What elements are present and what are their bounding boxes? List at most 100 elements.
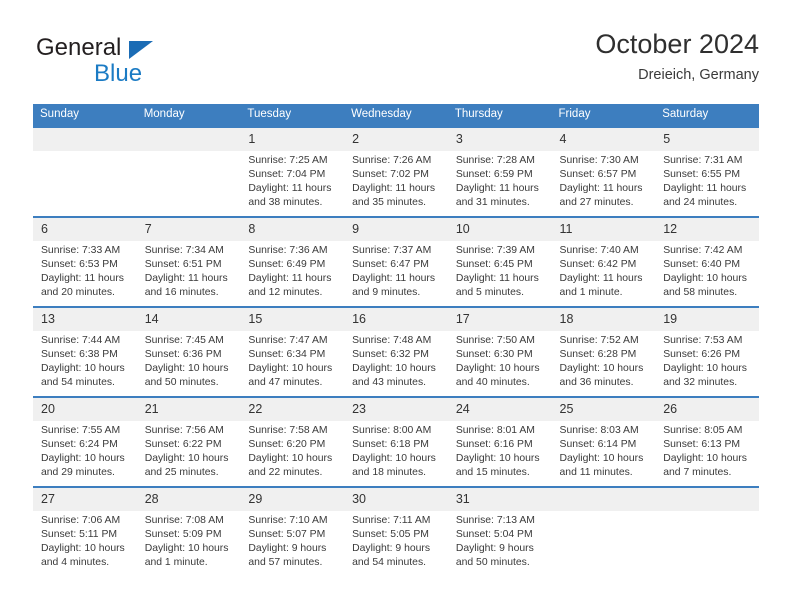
sunrise-text: Sunrise: 7:53 AM [663, 335, 743, 346]
day-details: Sunrise: 7:56 AM Sunset: 6:22 PM Dayligh… [137, 421, 241, 480]
day-number: 7 [136, 218, 241, 241]
daylight-text-line1: Daylight: 10 hours [248, 363, 333, 375]
daylight-text-line2: and 16 minutes. [144, 287, 219, 299]
calendar-day-cell[interactable]: 16 Sunrise: 7:48 AM Sunset: 6:32 PM Dayl… [344, 306, 448, 397]
sunset-text: Sunset: 6:13 PM [663, 439, 741, 451]
daylight-text-line2: and 7 minutes. [663, 467, 732, 479]
sunset-text: Sunset: 7:02 PM [352, 169, 429, 181]
sunset-text: Sunset: 6:57 PM [559, 169, 637, 181]
calendar-day-cell[interactable]: 10 Sunrise: 7:39 AM Sunset: 6:45 PM Dayl… [447, 216, 552, 307]
calendar-day-cell[interactable]: 14 Sunrise: 7:45 AM Sunset: 6:36 PM Dayl… [136, 306, 241, 397]
day-number: 12 [655, 218, 759, 241]
sunrise-text: Sunrise: 7:42 AM [663, 245, 743, 256]
calendar-day-cell[interactable]: 19 Sunrise: 7:53 AM Sunset: 6:26 PM Dayl… [655, 306, 759, 397]
calendar-day-cell[interactable]: 22 Sunrise: 7:58 AM Sunset: 6:20 PM Dayl… [240, 396, 345, 487]
calendar-day-cell[interactable]: 15 Sunrise: 7:47 AM Sunset: 6:34 PM Dayl… [240, 306, 345, 397]
calendar-day-cell[interactable] [136, 126, 241, 217]
calendar-day-cell[interactable]: 28 Sunrise: 7:08 AM Sunset: 5:09 PM Dayl… [136, 486, 241, 576]
logo-general-text: General [36, 34, 122, 61]
calendar-day-cell[interactable]: 31 Sunrise: 7:13 AM Sunset: 5:04 PM Dayl… [447, 486, 552, 576]
logo-blue-text: Blue [94, 60, 143, 87]
daylight-text-line2: and 11 minutes. [559, 467, 633, 479]
calendar-day-cell[interactable]: 2 Sunrise: 7:26 AM Sunset: 7:02 PM Dayli… [344, 126, 448, 217]
calendar-day-cell[interactable]: 12 Sunrise: 7:42 AM Sunset: 6:40 PM Dayl… [655, 216, 759, 307]
calendar-day-cell[interactable]: 3 Sunrise: 7:28 AM Sunset: 6:59 PM Dayli… [447, 126, 552, 217]
calendar-day-cell[interactable]: 8 Sunrise: 7:36 AM Sunset: 6:49 PM Dayli… [240, 216, 345, 307]
daylight-text-line2: and 38 minutes. [248, 197, 323, 209]
calendar-day-cell[interactable]: 23 Sunrise: 8:00 AM Sunset: 6:18 PM Dayl… [344, 396, 448, 487]
weekday-header-saturday: Saturday [655, 104, 759, 127]
day-number: 4 [551, 128, 656, 151]
calendar-day-cell[interactable]: 20 Sunrise: 7:55 AM Sunset: 6:24 PM Dayl… [33, 396, 137, 487]
day-number: 23 [344, 398, 448, 421]
day-number: 1 [240, 128, 345, 151]
sunrise-text: Sunrise: 7:50 AM [455, 335, 535, 346]
day-details: Sunrise: 8:03 AM Sunset: 6:14 PM Dayligh… [552, 421, 656, 480]
sunset-text: Sunset: 6:20 PM [248, 439, 326, 451]
daylight-text-line2: and 50 minutes. [144, 377, 219, 389]
title-block: October 2024 Dreieich, Germany [595, 28, 759, 85]
sunset-text: Sunset: 6:51 PM [144, 259, 222, 271]
sunrise-text: Sunrise: 7:08 AM [144, 515, 224, 526]
day-number: 8 [240, 218, 345, 241]
calendar-day-cell[interactable]: 27 Sunrise: 7:06 AM Sunset: 5:11 PM Dayl… [33, 486, 137, 576]
day-details: Sunrise: 7:34 AM Sunset: 6:51 PM Dayligh… [137, 241, 241, 300]
calendar-day-cell[interactable]: 26 Sunrise: 8:05 AM Sunset: 6:13 PM Dayl… [655, 396, 759, 487]
calendar-day-cell[interactable] [33, 126, 137, 217]
calendar-day-cell[interactable]: 5 Sunrise: 7:31 AM Sunset: 6:55 PM Dayli… [655, 126, 759, 217]
calendar-week-row: 20 Sunrise: 7:55 AM Sunset: 6:24 PM Dayl… [33, 396, 759, 487]
daylight-text-line1: Daylight: 11 hours [559, 273, 643, 285]
day-number: 2 [344, 128, 448, 151]
calendar-day-cell[interactable]: 29 Sunrise: 7:10 AM Sunset: 5:07 PM Dayl… [240, 486, 345, 576]
calendar-day-cell[interactable]: 24 Sunrise: 8:01 AM Sunset: 6:16 PM Dayl… [447, 396, 552, 487]
calendar-day-cell[interactable]: 30 Sunrise: 7:11 AM Sunset: 5:05 PM Dayl… [344, 486, 448, 576]
day-details: Sunrise: 8:01 AM Sunset: 6:16 PM Dayligh… [448, 421, 552, 480]
day-details: Sunrise: 7:33 AM Sunset: 6:53 PM Dayligh… [33, 241, 137, 300]
day-details: Sunrise: 7:36 AM Sunset: 6:49 PM Dayligh… [240, 241, 344, 300]
day-number: 31 [447, 488, 552, 511]
calendar-day-cell[interactable]: 6 Sunrise: 7:33 AM Sunset: 6:53 PM Dayli… [33, 216, 137, 307]
calendar-day-cell[interactable]: 9 Sunrise: 7:37 AM Sunset: 6:47 PM Dayli… [344, 216, 448, 307]
day-details: Sunrise: 7:42 AM Sunset: 6:40 PM Dayligh… [655, 241, 759, 300]
calendar-day-cell[interactable] [551, 486, 656, 576]
sunrise-text: Sunrise: 7:34 AM [144, 245, 224, 256]
day-details: Sunrise: 7:50 AM Sunset: 6:30 PM Dayligh… [448, 331, 552, 390]
daylight-text-line1: Daylight: 10 hours [352, 363, 436, 375]
sunset-text: Sunset: 6:42 PM [559, 259, 637, 271]
day-details: Sunrise: 7:55 AM Sunset: 6:24 PM Dayligh… [33, 421, 137, 480]
sunrise-text: Sunrise: 7:39 AM [455, 245, 535, 256]
sunset-text: Sunset: 6:30 PM [455, 349, 533, 361]
daylight-text-line1: Daylight: 10 hours [663, 363, 747, 375]
calendar-week-row: 6 Sunrise: 7:33 AM Sunset: 6:53 PM Dayli… [33, 216, 759, 307]
day-details: Sunrise: 7:53 AM Sunset: 6:26 PM Dayligh… [655, 331, 759, 390]
day-details: Sunrise: 7:52 AM Sunset: 6:28 PM Dayligh… [552, 331, 656, 390]
calendar-day-cell[interactable]: 21 Sunrise: 7:56 AM Sunset: 6:22 PM Dayl… [136, 396, 241, 487]
sunrise-text: Sunrise: 7:36 AM [248, 245, 328, 256]
sunrise-text: Sunrise: 7:06 AM [41, 515, 121, 526]
day-details: Sunrise: 7:58 AM Sunset: 6:20 PM Dayligh… [240, 421, 344, 480]
weekday-header-sunday: Sunday [33, 104, 137, 127]
calendar-day-cell[interactable]: 25 Sunrise: 8:03 AM Sunset: 6:14 PM Dayl… [551, 396, 656, 487]
daylight-text-line2: and 22 minutes. [248, 467, 323, 479]
day-number: 29 [240, 488, 345, 511]
calendar-day-cell[interactable]: 1 Sunrise: 7:25 AM Sunset: 7:04 PM Dayli… [240, 126, 345, 217]
calendar-day-cell[interactable]: 13 Sunrise: 7:44 AM Sunset: 6:38 PM Dayl… [33, 306, 137, 397]
daylight-text-line2: and 27 minutes. [559, 197, 634, 209]
sunrise-text: Sunrise: 7:13 AM [455, 515, 535, 526]
day-details: Sunrise: 7:47 AM Sunset: 6:34 PM Dayligh… [240, 331, 344, 390]
sunrise-text: Sunrise: 7:58 AM [248, 425, 328, 436]
day-details: Sunrise: 7:40 AM Sunset: 6:42 PM Dayligh… [552, 241, 656, 300]
calendar-day-cell[interactable]: 7 Sunrise: 7:34 AM Sunset: 6:51 PM Dayli… [136, 216, 241, 307]
day-number [33, 128, 137, 151]
calendar-day-cell[interactable]: 11 Sunrise: 7:40 AM Sunset: 6:42 PM Dayl… [551, 216, 656, 307]
calendar-day-cell[interactable]: 4 Sunrise: 7:30 AM Sunset: 6:57 PM Dayli… [551, 126, 656, 217]
daylight-text-line2: and 31 minutes. [455, 197, 530, 209]
calendar-day-cell[interactable] [655, 486, 759, 576]
daylight-text-line2: and 12 minutes. [248, 287, 323, 299]
daylight-text-line2: and 40 minutes. [455, 377, 530, 389]
sunrise-text: Sunrise: 7:55 AM [41, 425, 121, 436]
general-blue-logo[interactable]: General Blue [36, 34, 166, 90]
calendar-day-cell[interactable]: 17 Sunrise: 7:50 AM Sunset: 6:30 PM Dayl… [447, 306, 552, 397]
day-number: 13 [33, 308, 137, 331]
calendar-day-cell[interactable]: 18 Sunrise: 7:52 AM Sunset: 6:28 PM Dayl… [551, 306, 656, 397]
